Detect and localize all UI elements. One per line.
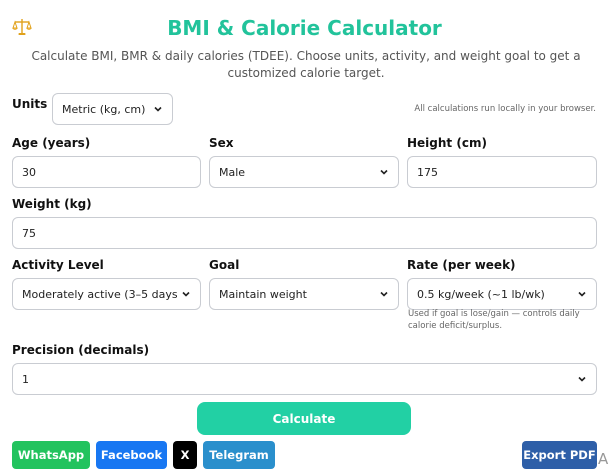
calculator-card: BMI & Calorie Calculator Calculate BMI, … [0, 0, 609, 476]
rate-select-value: 0.5 kg/week (~1 lb/wk) [417, 287, 545, 301]
chevron-down-icon [154, 106, 162, 112]
activity-select-value: Moderately active (3–5 days/w [22, 287, 177, 301]
height-input[interactable]: 175 [407, 156, 597, 188]
chevron-down-icon [182, 291, 190, 297]
share-telegram-button[interactable]: Telegram [203, 441, 275, 469]
page-title: BMI & Calorie Calculator [167, 16, 442, 40]
precision-select-value: 1 [22, 372, 29, 386]
height-input-value: 175 [417, 165, 438, 179]
sex-label: Sex [209, 136, 234, 150]
weight-input[interactable]: 75 [12, 217, 597, 249]
activity-label: Activity Level [12, 258, 104, 272]
units-select-value: Metric (kg, cm) [62, 102, 146, 116]
sex-select-value: Male [219, 165, 246, 179]
share-whatsapp-button[interactable]: WhatsApp [12, 441, 90, 469]
activity-select[interactable]: Moderately active (3–5 days/w [12, 278, 201, 310]
page-subtitle: Calculate BMI, BMR & daily calories (TDE… [31, 49, 581, 80]
weight-label: Weight (kg) [12, 197, 92, 211]
age-label: Age (years) [12, 136, 91, 150]
goal-label: Goal [209, 258, 240, 272]
rate-hint: Used if goal is lose/gain — controls dai… [408, 309, 580, 331]
age-input-value: 30 [22, 165, 36, 179]
calculate-button[interactable]: Calculate [197, 402, 411, 435]
units-select[interactable]: Metric (kg, cm) [52, 93, 173, 125]
export-pdf-button[interactable]: Export PDF [522, 441, 597, 469]
chevron-down-icon [380, 169, 388, 175]
goal-select-value: Maintain weight [219, 287, 307, 301]
chevron-down-icon [578, 291, 586, 297]
corner-glyph: A [598, 450, 609, 468]
precision-label: Precision (decimals) [12, 343, 150, 357]
height-label: Height (cm) [407, 136, 487, 150]
goal-select[interactable]: Maintain weight [209, 278, 399, 310]
local-calculation-note: All calculations run locally in your bro… [414, 104, 596, 114]
share-facebook-button[interactable]: Facebook [96, 441, 167, 469]
sex-select[interactable]: Male [209, 156, 399, 188]
units-label: Units [12, 97, 48, 111]
chevron-down-icon [380, 291, 388, 297]
rate-select[interactable]: 0.5 kg/week (~1 lb/wk) [407, 278, 597, 310]
rate-label: Rate (per week) [407, 258, 516, 272]
precision-select[interactable]: 1 [12, 363, 597, 395]
chevron-down-icon [578, 376, 586, 382]
weight-input-value: 75 [22, 226, 36, 240]
share-x-button[interactable]: X [173, 441, 197, 469]
age-input[interactable]: 30 [12, 156, 201, 188]
